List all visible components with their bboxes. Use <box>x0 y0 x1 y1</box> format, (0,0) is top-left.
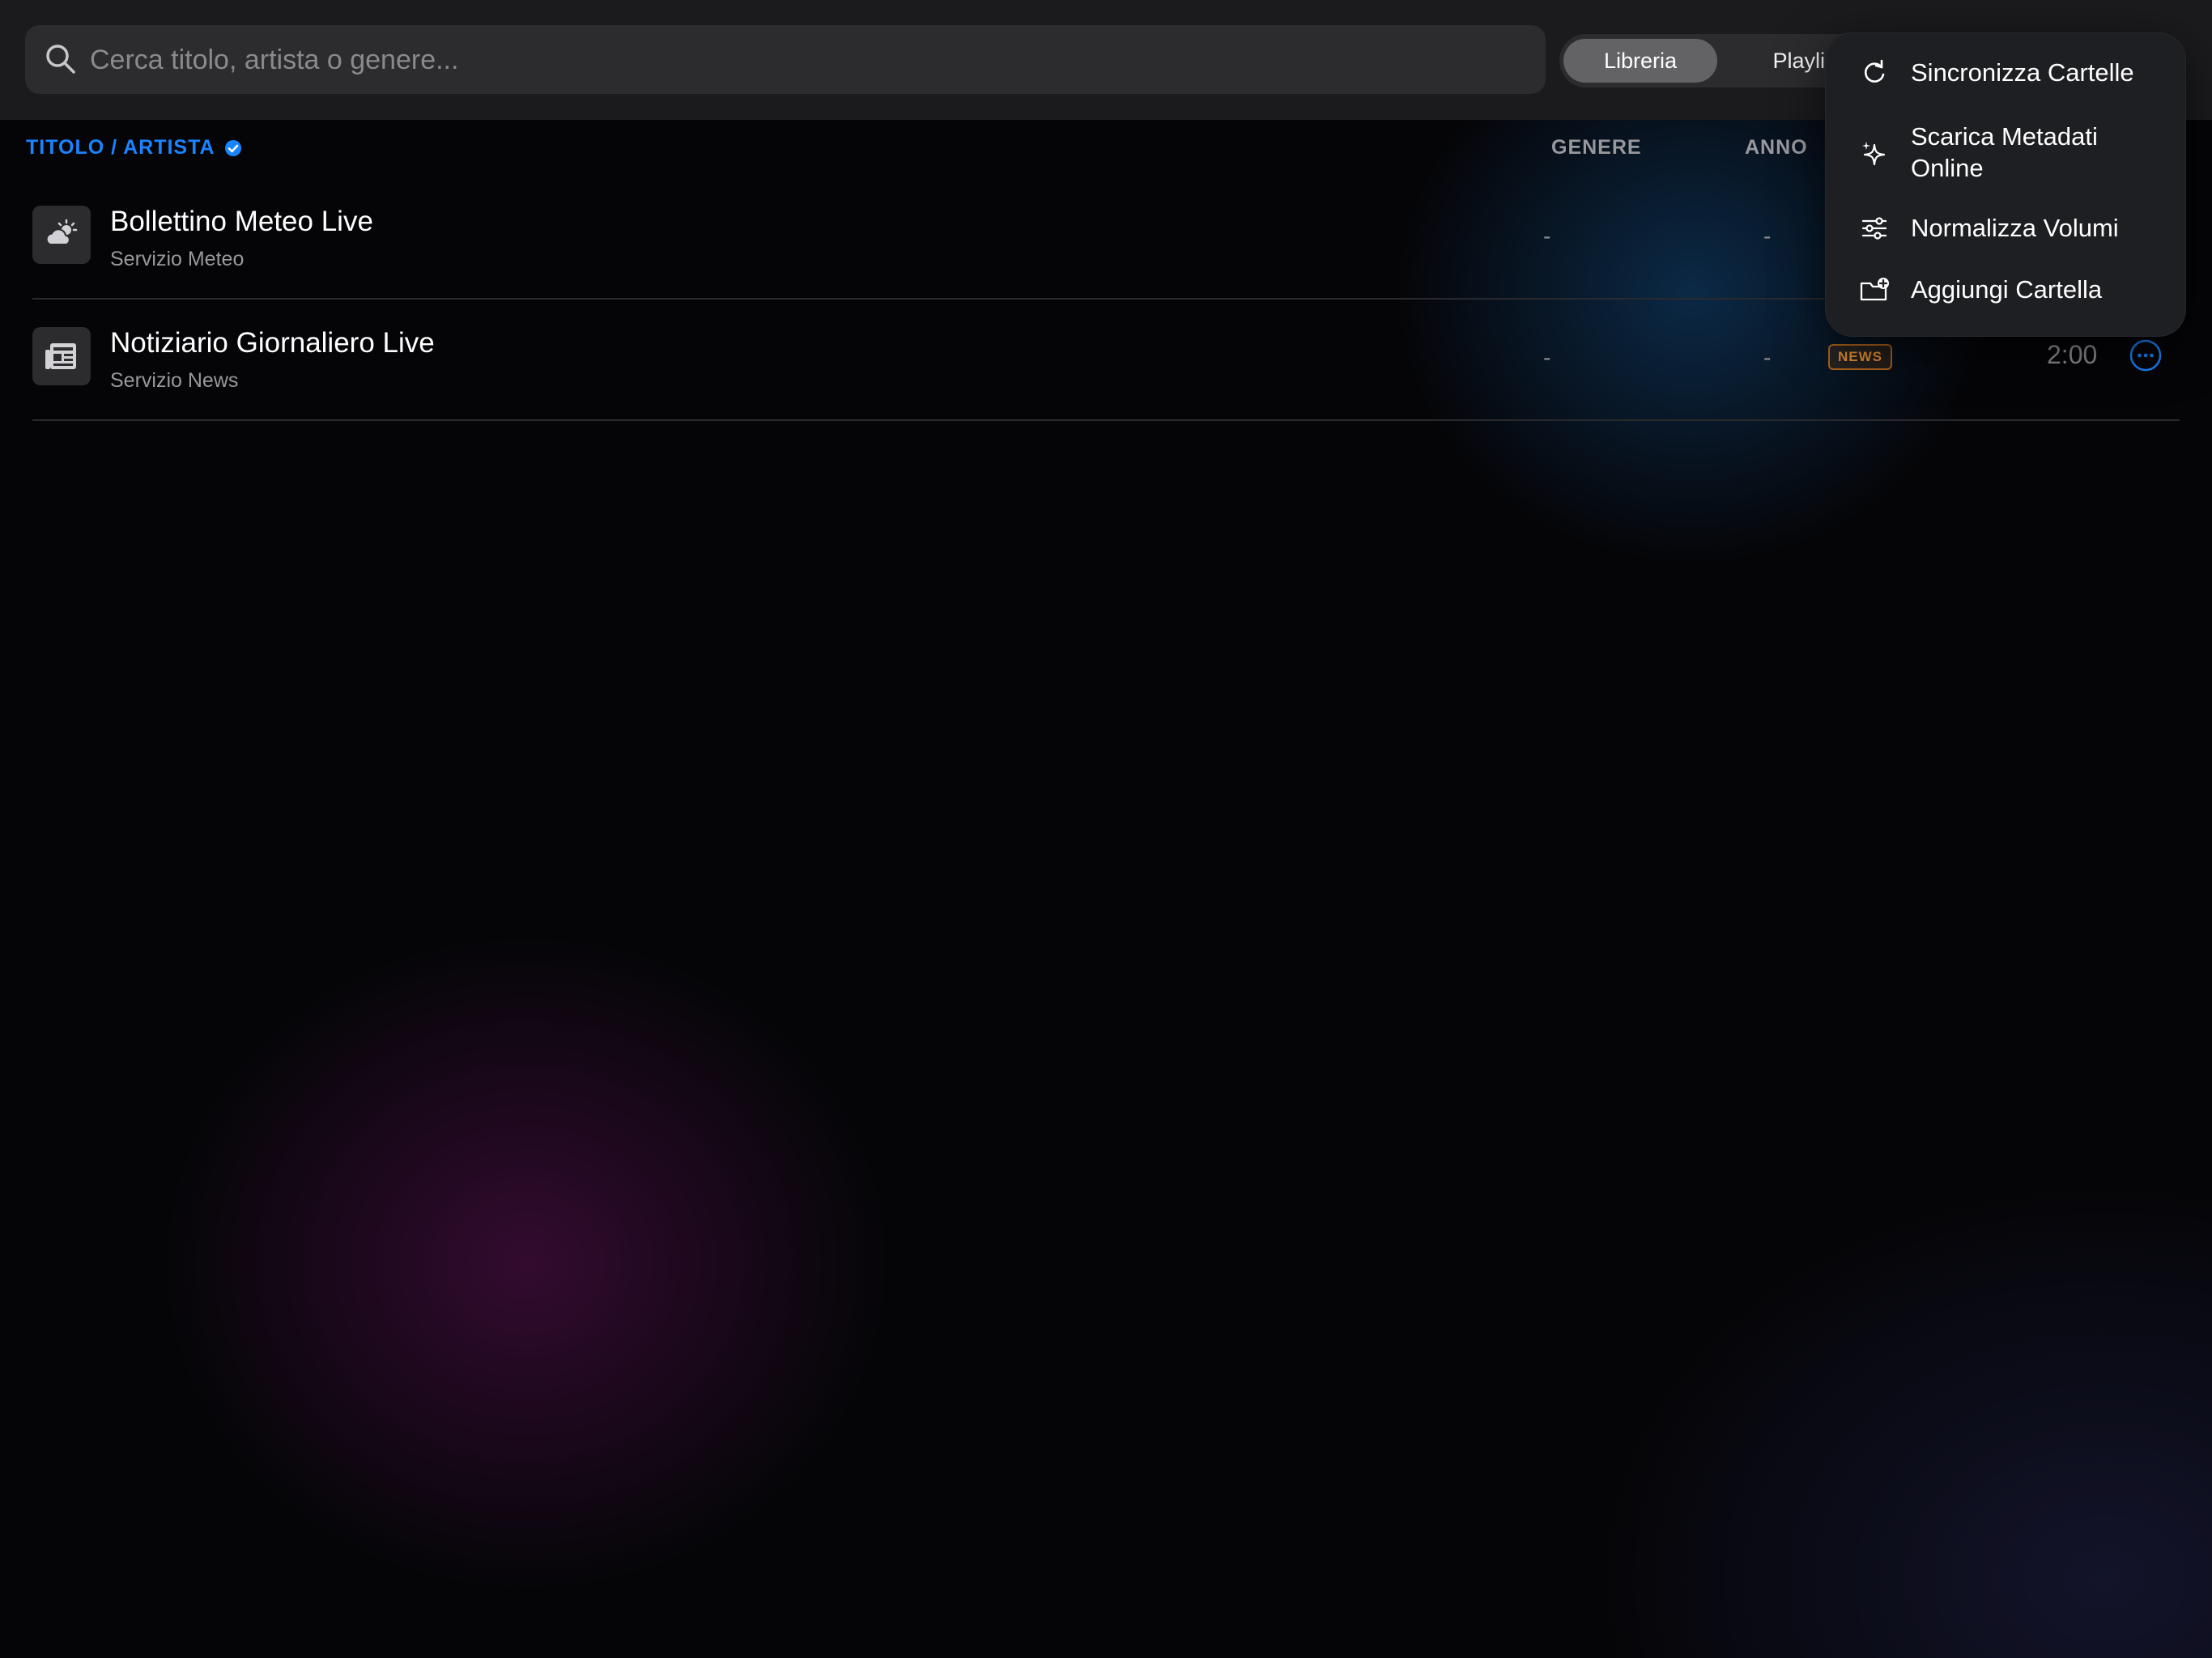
folder-plus-icon <box>1860 278 1889 301</box>
sparkles-icon <box>1862 142 1886 166</box>
search-bar[interactable] <box>25 25 1546 96</box>
menu-item-add-folder[interactable]: Aggiungi Cartella <box>1826 261 2185 318</box>
track-artwork <box>32 206 91 264</box>
menu-item-label: Scarica Metadati Online <box>1911 122 2098 182</box>
more-options-icon[interactable] <box>2129 339 2162 372</box>
track-year: - <box>1763 223 1772 249</box>
menu-item-label: Aggiungi Cartella <box>1911 275 2103 304</box>
actions-menu: Sincronizza Cartelle Scarica Metadati On… <box>1825 32 2186 337</box>
track-artist: Servizio Meteo <box>110 248 245 270</box>
column-header-title[interactable]: TITOLO / ARTISTA <box>26 136 243 159</box>
search-input[interactable] <box>88 25 1516 96</box>
menu-item-label: Normalizza Volumi <box>1911 214 2119 242</box>
column-header-year[interactable]: ANNO <box>1745 136 1808 159</box>
column-header-genre[interactable]: GENERE <box>1551 136 1642 159</box>
track-genre: - <box>1543 345 1551 370</box>
sliders-icon <box>1861 217 1887 240</box>
newspaper-icon <box>45 343 76 369</box>
menu-item-download-metadata[interactable]: Scarica Metadati Online <box>1826 113 2185 193</box>
menu-item-normalize-volumes[interactable]: Normalizza Volumi <box>1826 200 2185 257</box>
search-icon <box>46 45 75 74</box>
column-header-title-label: TITOLO / ARTISTA <box>26 136 215 159</box>
track-title: Bollettino Meteo Live <box>110 206 373 237</box>
category-badge: NEWS <box>1828 344 1892 370</box>
track-title: Notiziario Giornaliero Live <box>110 327 435 359</box>
sort-check-icon <box>224 139 241 156</box>
menu-item-sync-folders[interactable]: Sincronizza Cartelle <box>1826 45 2185 101</box>
track-genre: - <box>1543 223 1551 249</box>
track-year: - <box>1763 345 1772 370</box>
track-artist: Servizio News <box>110 369 239 392</box>
cloud-sun-icon <box>45 219 78 245</box>
refresh-icon <box>1864 59 1885 83</box>
tab-libreria[interactable]: Libreria <box>1563 39 1717 83</box>
track-artwork <box>32 327 91 385</box>
menu-item-label: Sincronizza Cartelle <box>1911 58 2134 87</box>
track-duration: 2:00 <box>2047 340 2098 369</box>
